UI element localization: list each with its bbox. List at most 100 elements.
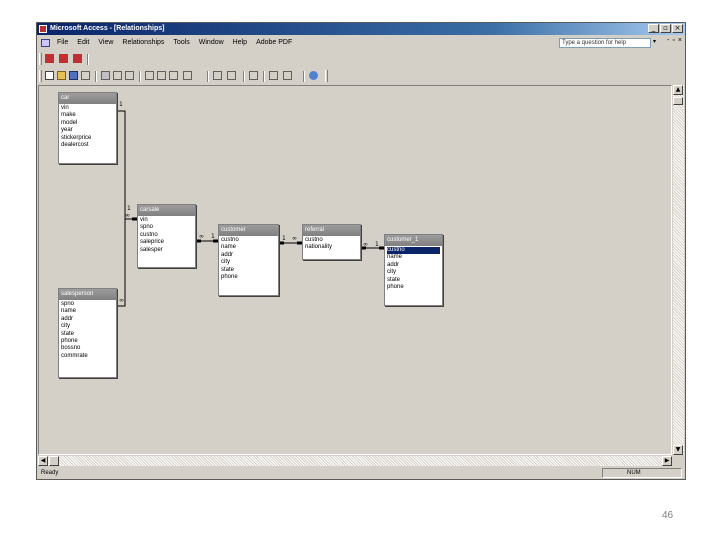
vertical-scrollbar[interactable]: ▲ ▼ — [673, 85, 684, 455]
field-city[interactable]: city — [387, 269, 440, 276]
field-custno[interactable]: custno — [305, 237, 358, 244]
field-spno[interactable]: spno — [61, 301, 114, 308]
field-custno[interactable]: custno — [140, 232, 193, 239]
field-vin[interactable]: vin — [61, 105, 114, 112]
field-name[interactable]: name — [61, 308, 114, 315]
toolbar-grip[interactable] — [39, 53, 42, 65]
show-all-icon[interactable] — [73, 54, 82, 63]
new-object-icon[interactable] — [283, 71, 292, 80]
copy-icon[interactable] — [157, 71, 166, 80]
field-custno[interactable]: custno — [221, 237, 276, 244]
print-preview-icon[interactable] — [113, 71, 122, 80]
field-saleprice[interactable]: saleprice — [140, 239, 193, 246]
maximize-button[interactable]: ▫ — [660, 24, 671, 33]
field-city[interactable]: city — [61, 323, 114, 330]
toolbar-separator — [95, 71, 97, 82]
field-custno[interactable]: custno — [387, 247, 440, 255]
scroll-right-button[interactable]: ▶ — [662, 456, 672, 466]
show-table-icon[interactable] — [213, 71, 222, 80]
table-car-title[interactable]: car — [59, 93, 116, 104]
table-salesperson[interactable]: salesperson spno name addr city state ph… — [58, 288, 117, 378]
file-search-icon[interactable] — [81, 71, 90, 80]
field-dealercost[interactable]: dealercost — [61, 142, 114, 149]
save-icon[interactable] — [69, 71, 78, 80]
horizontal-scrollbar[interactable]: ◀ ▶ — [38, 456, 672, 466]
menu-relationships[interactable]: Relationships — [122, 36, 164, 50]
field-phone[interactable]: phone — [221, 274, 276, 281]
help-icon[interactable] — [309, 71, 318, 80]
relationship-lines — [112, 109, 384, 308]
table-referral-title[interactable]: referral — [303, 225, 360, 236]
car-one-label: 1 — [119, 101, 123, 108]
toolbar-grip[interactable] — [39, 70, 42, 82]
table-referral[interactable]: referral custno nationality — [302, 224, 361, 260]
table-customer-1-title[interactable]: customer_1 — [385, 235, 442, 246]
table-carsale[interactable]: carsale vin spno custno saleprice salesp… — [137, 204, 196, 268]
field-addr[interactable]: addr — [61, 316, 114, 323]
field-bossno[interactable]: bossno — [61, 345, 114, 352]
spelling-icon[interactable] — [125, 71, 134, 80]
field-make[interactable]: make — [61, 112, 114, 119]
field-commrate[interactable]: commrate — [61, 353, 114, 360]
field-stickerprice[interactable]: stickerprice — [61, 135, 114, 142]
table-car[interactable]: car vin make model year stickerprice dea… — [58, 92, 117, 164]
print-icon[interactable] — [101, 71, 110, 80]
menu-help[interactable]: Help — [233, 36, 247, 50]
field-state[interactable]: state — [387, 277, 440, 284]
field-year[interactable]: year — [61, 127, 114, 134]
table-carsale-title[interactable]: carsale — [138, 205, 195, 216]
doc-close-button[interactable]: × — [678, 37, 682, 44]
format-painter-icon[interactable] — [183, 71, 192, 80]
menu-adobe-pdf[interactable]: Adobe PDF — [256, 36, 292, 50]
horizontal-scroll-thumb[interactable] — [49, 456, 59, 466]
menu-tools[interactable]: Tools — [173, 36, 189, 50]
menu-window[interactable]: Window — [199, 36, 224, 50]
field-spno[interactable]: spno — [140, 224, 193, 231]
minimize-button[interactable]: _ — [648, 24, 659, 33]
help-dropdown-icon[interactable]: ▾ — [653, 38, 656, 45]
field-model[interactable]: model — [61, 120, 114, 127]
database-window-icon[interactable] — [269, 71, 278, 80]
help-search-input[interactable]: Type a question for help — [559, 38, 651, 48]
table-customer[interactable]: customer custno name addr city state pho… — [218, 224, 279, 296]
table-salesperson-title[interactable]: salesperson — [59, 289, 116, 300]
field-state[interactable]: state — [221, 267, 276, 274]
scroll-left-button[interactable]: ◀ — [38, 456, 48, 466]
new-icon[interactable] — [45, 71, 54, 80]
field-addr[interactable]: addr — [221, 252, 276, 259]
open-icon[interactable] — [57, 71, 66, 80]
field-phone[interactable]: phone — [387, 284, 440, 291]
show-all-relationships-icon[interactable] — [227, 71, 236, 80]
field-name[interactable]: name — [387, 254, 440, 261]
cut-icon[interactable] — [145, 71, 154, 80]
menu-edit[interactable]: Edit — [77, 36, 89, 50]
access-key-icon[interactable] — [39, 25, 47, 33]
field-city[interactable]: city — [221, 259, 276, 266]
paste-icon[interactable] — [169, 71, 178, 80]
field-addr[interactable]: addr — [387, 262, 440, 269]
table-customer-title[interactable]: customer — [219, 225, 278, 236]
relationships-doc-icon[interactable] — [41, 39, 50, 47]
show-direct-icon[interactable] — [59, 54, 68, 63]
field-vin[interactable]: vin — [140, 217, 193, 224]
delete-icon[interactable] — [249, 71, 258, 80]
relationships-canvas[interactable]: 1 ∞ 1 ∞ ∞ 1 1 ∞ ∞ 1 car vin make model y… — [38, 85, 672, 455]
scroll-down-button[interactable]: ▼ — [673, 445, 683, 455]
field-state[interactable]: state — [61, 331, 114, 338]
referral-customer1-one-label: 1 — [375, 241, 379, 248]
field-nationality[interactable]: nationality — [305, 244, 358, 251]
table-customer-1[interactable]: customer_1 custno name addr city state p… — [384, 234, 443, 306]
toolbar-separator — [263, 71, 265, 82]
field-salesper[interactable]: salesper — [140, 247, 193, 254]
show-table-icon[interactable] — [45, 54, 54, 63]
menu-file[interactable]: File — [57, 36, 68, 50]
field-phone[interactable]: phone — [61, 338, 114, 345]
doc-minimize-button[interactable]: - — [667, 37, 669, 44]
scroll-up-button[interactable]: ▲ — [673, 85, 683, 95]
doc-restore-button[interactable]: ▫ — [672, 37, 674, 44]
close-button[interactable]: × — [672, 24, 683, 33]
toolbar-options-icon[interactable] — [325, 70, 328, 82]
field-name[interactable]: name — [221, 244, 276, 251]
menu-view[interactable]: View — [98, 36, 113, 50]
vertical-scroll-thumb[interactable] — [673, 97, 683, 105]
